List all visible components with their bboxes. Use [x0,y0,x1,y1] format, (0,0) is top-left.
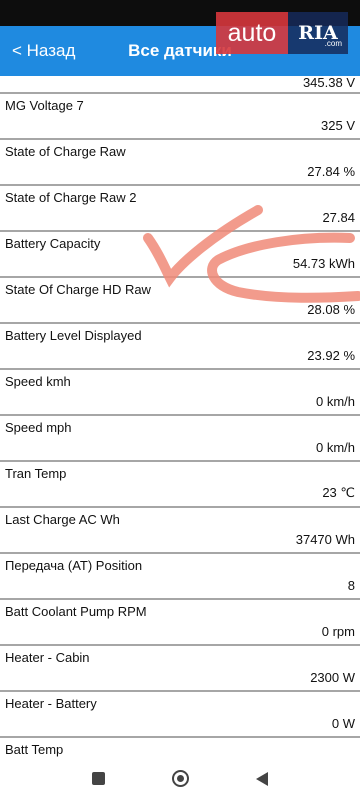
sensor-label: MG Voltage 7 [5,98,84,113]
sensor-row[interactable]: Battery Capacity 54.73 kWh [0,232,360,278]
sensor-row[interactable]: Last Charge AC Wh 37470 Wh [0,508,360,554]
sensor-value: 325 V [321,118,355,133]
sensor-row[interactable]: Battery Level Displayed 23.92 % [0,324,360,370]
sensor-label: Last Charge AC Wh [5,512,120,527]
watermark-logo: auto RIA .com [216,12,348,54]
sensor-row[interactable]: Batt Coolant Pump RPM 0 rpm [0,600,360,646]
sensor-row[interactable]: 345.38 V [0,75,360,94]
sensor-row[interactable]: State of Charge Raw 27.84 % [0,140,360,186]
sensor-row[interactable]: Tran Temp 23 ℃ [0,462,360,508]
sensor-label: Tran Temp [5,466,67,481]
sensor-label: Battery Level Displayed [5,328,142,343]
sensor-value: 23 ℃ [322,485,355,500]
home-button[interactable] [172,770,189,787]
sensor-list[interactable]: 345.38 V MG Voltage 7 325 V State of Cha… [0,75,360,784]
sensor-value: 54.73 kWh [292,256,355,271]
sensor-label: State Of Charge HD Raw [5,282,151,297]
sensor-row[interactable]: Speed mph 0 km/h [0,416,360,462]
sensor-label: Heater - Cabin [5,650,90,665]
sensor-row[interactable]: State Of Charge HD Raw 28.08 % [0,278,360,324]
sensor-value: 27.84 % [307,164,355,179]
system-back-button[interactable] [256,772,268,786]
sensor-row[interactable]: MG Voltage 7 325 V [0,94,360,140]
sensor-value: 2300 W [310,670,355,685]
sensor-value: 23.92 % [307,348,355,363]
watermark-ria: RIA .com [288,12,348,54]
sensor-value: 28.08 % [307,302,355,317]
system-nav-bar [0,758,360,800]
sensor-label: Speed mph [5,420,72,435]
sensor-value: 8 [347,578,355,593]
sensor-value: 27.84 [322,210,355,225]
sensor-row[interactable]: Heater - Cabin 2300 W [0,646,360,692]
sensor-value: 345.38 V [302,75,355,90]
sensor-label: Heater - Battery [5,696,97,711]
sensor-value: 0 km/h [315,440,355,455]
sensor-label: Batt Coolant Pump RPM [5,604,147,619]
sensor-label: Speed kmh [5,374,71,389]
sensor-label: State of Charge Raw 2 [5,190,137,205]
sensor-label: Передача (AT) Position [5,558,143,573]
sensor-row[interactable]: Heater - Battery 0 W [0,692,360,738]
sensor-label: Battery Capacity [5,236,101,251]
sensor-row[interactable]: Передача (AT) Position 8 [0,554,360,600]
sensor-value: 0 W [331,716,355,731]
watermark-com: .com [324,39,342,48]
sensor-label: State of Charge Raw [5,144,126,159]
sensor-value: 0 km/h [315,394,355,409]
recent-apps-button[interactable] [92,772,105,785]
sensor-value: 37470 Wh [295,532,355,547]
sensor-value: 0 rpm [321,624,355,639]
sensor-row[interactable]: Speed kmh 0 km/h [0,370,360,416]
sensor-label: Batt Temp [5,742,64,757]
watermark-auto: auto [216,12,288,54]
sensor-row[interactable]: State of Charge Raw 2 27.84 [0,186,360,232]
